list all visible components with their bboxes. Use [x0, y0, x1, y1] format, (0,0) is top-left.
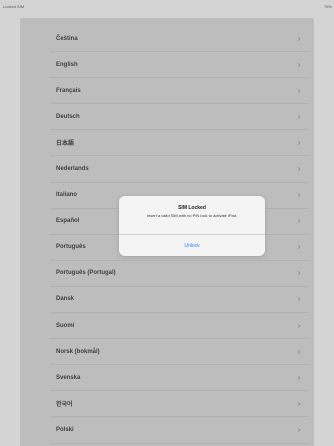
language-item-norsk[interactable]: Norsk (bokmål)	[50, 339, 308, 366]
sim-locked-alert: SIM Locked Insert a valid SIM with no PI…	[119, 196, 265, 256]
language-label: 日本語	[56, 141, 75, 148]
language-label: Svenska	[56, 374, 81, 381]
chevron-right-icon	[296, 192, 301, 198]
language-item-korean[interactable]: 한국어	[50, 391, 308, 418]
chevron-right-icon	[296, 62, 301, 67]
chevron-right-icon	[296, 271, 301, 276]
language-label: Français	[56, 87, 81, 94]
alert-title: SIM Locked	[178, 205, 206, 211]
language-label: Polski	[56, 426, 74, 433]
language-item-francais[interactable]: Français	[50, 78, 308, 105]
chevron-right-icon	[296, 401, 301, 406]
language-item-japanese[interactable]: 日本語	[50, 130, 308, 157]
language-item-cestina[interactable]: Čeština	[50, 26, 308, 53]
chevron-right-icon	[296, 323, 301, 328]
language-item-suomi[interactable]: Suomi	[50, 313, 308, 340]
language-label: Čeština	[56, 35, 78, 42]
language-label: Deutsch	[56, 113, 80, 120]
chevron-right-icon	[296, 166, 301, 172]
chevron-right-icon	[296, 375, 301, 380]
chevron-right-icon	[296, 297, 301, 302]
setup-screen: Locked SIM 76% Čeština English Français …	[0, 0, 334, 446]
language-item-nederlands[interactable]: Nederlands	[50, 156, 308, 183]
chevron-right-icon	[296, 88, 301, 93]
language-item-dansk[interactable]: Dansk	[50, 287, 308, 314]
language-item-portugues-portugal[interactable]: Português (Portugal)	[50, 261, 308, 287]
battery-label: 76%	[323, 4, 332, 9]
language-label: Español	[56, 218, 80, 225]
chevron-right-icon	[296, 349, 301, 354]
status-bar: Locked SIM 76%	[0, 0, 334, 14]
chevron-right-icon	[296, 114, 301, 119]
language-item-polski[interactable]: Polski	[50, 417, 308, 444]
language-item-svenska[interactable]: Svenska	[50, 365, 308, 392]
language-label: Norsk (bokmål)	[56, 348, 100, 355]
language-label: Suomi	[56, 322, 75, 329]
language-item-english[interactable]: English	[50, 52, 308, 79]
alert-message: Insert a valid SIM with no PIN lock to a…	[146, 213, 238, 218]
language-label: Nederlands	[56, 166, 89, 173]
carrier-label: Locked SIM	[3, 4, 25, 9]
chevron-right-icon	[296, 36, 301, 41]
chevron-right-icon	[296, 219, 301, 224]
language-label: Português (Portugal)	[56, 270, 116, 277]
chevron-right-icon	[296, 140, 301, 146]
chevron-right-icon	[296, 427, 301, 433]
language-label: Italiano	[56, 192, 78, 199]
language-label: Dansk	[56, 296, 75, 303]
language-label: English	[56, 61, 78, 68]
chevron-right-icon	[296, 245, 301, 250]
language-item-deutsch[interactable]: Deutsch	[50, 104, 308, 131]
language-label: 한국어	[56, 402, 73, 409]
unlock-button[interactable]: Unlock	[119, 235, 265, 256]
language-label: Português	[56, 244, 86, 251]
